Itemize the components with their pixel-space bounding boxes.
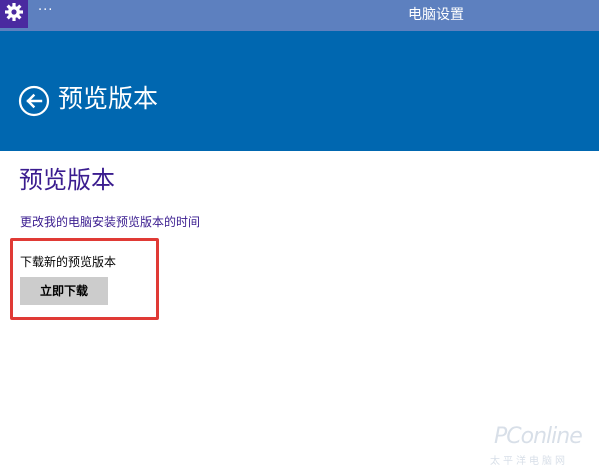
download-preview-label: 下载新的预览版本 xyxy=(20,255,117,269)
watermark-logo: PConline 太平洋电脑网 xyxy=(478,408,596,468)
app-commands-button[interactable]: ··· xyxy=(38,3,53,19)
settings-app-button[interactable] xyxy=(0,0,28,28)
watermark-brand: PConline xyxy=(494,424,583,449)
watermark-subtitle: 太平洋电脑网 xyxy=(490,456,568,467)
window-title: 电脑设置 xyxy=(408,7,464,23)
back-arrow-icon xyxy=(18,85,50,121)
gear-icon xyxy=(4,2,24,26)
download-now-button[interactable]: 立即下载 xyxy=(20,277,108,305)
back-button[interactable] xyxy=(18,85,50,121)
title-bar: ··· 电脑设置 xyxy=(0,0,599,31)
page-title: 预览版本 xyxy=(58,84,159,113)
section-title: 预览版本 xyxy=(19,166,115,194)
page-header: 预览版本 xyxy=(0,31,599,151)
pc-settings-window: ··· 电脑设置 预览版本 预览版本 更改我的电脑安装预览版本的时间 下载新的预… xyxy=(0,0,599,475)
change-schedule-link[interactable]: 更改我的电脑安装预览版本的时间 xyxy=(20,214,200,230)
